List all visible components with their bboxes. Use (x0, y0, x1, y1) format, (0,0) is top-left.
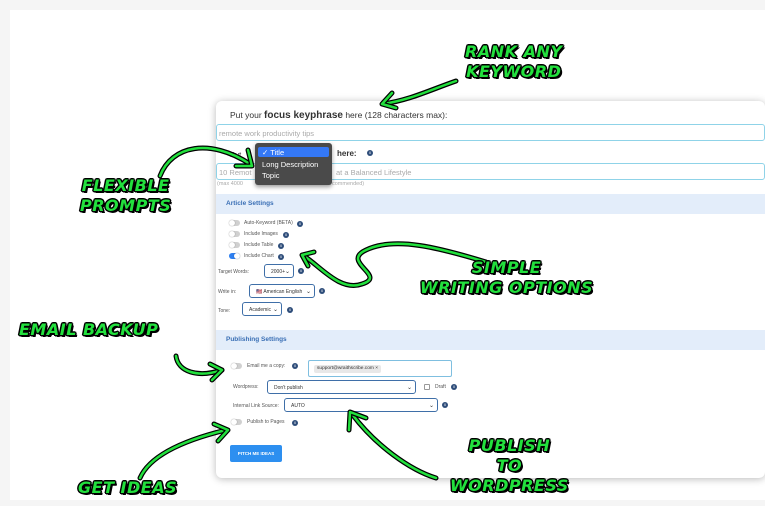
email-copy-toggle[interactable] (231, 363, 242, 369)
tone-select[interactable]: Academic ⌄ (242, 302, 282, 316)
info-icon[interactable]: i (283, 232, 289, 238)
callout-flexible-prompts: FLEXIBLE PROMPTS (80, 176, 172, 215)
auto-keyword-toggle[interactable] (229, 220, 240, 226)
keyphrase-input[interactable]: remote work productivity tips (216, 124, 765, 141)
prompt-note-end: commended) (332, 181, 365, 187)
chevron-down-icon: ⌄ (428, 403, 434, 409)
callout-rank-any-keyword: RANK ANY KEYWORD (465, 42, 563, 81)
prompt-label-end: here: (337, 149, 357, 158)
info-icon[interactable]: i (292, 363, 298, 369)
info-icon[interactable]: i (442, 402, 448, 408)
include-images-label: Include Images (244, 231, 278, 237)
target-words-label: Target Words: (218, 269, 250, 275)
close-icon[interactable]: × (375, 366, 378, 371)
wordpress-label: Wordpress: (233, 384, 259, 390)
callout-email-backup: EMAIL BACKUP (19, 320, 159, 339)
prompt-label-start: Put (230, 150, 242, 159)
info-icon[interactable]: i (451, 384, 457, 390)
auto-keyword-label: Auto-Keyword (BETA) (244, 220, 293, 226)
info-icon[interactable]: i (297, 221, 303, 227)
write-in-label: Write in: (218, 289, 237, 295)
publish-pages-toggle[interactable] (231, 419, 242, 425)
include-table-label: Include Table (244, 242, 274, 248)
prompt-note-start: (max 4000 (217, 181, 243, 187)
include-chart-toggle[interactable] (229, 253, 240, 259)
dropdown-item-long-description[interactable]: Long Description (258, 159, 329, 169)
prompt-type-dropdown[interactable]: ✓ Title Long Description Topic (255, 143, 332, 185)
info-icon[interactable]: i (278, 243, 284, 249)
callout-publish-to-wordpress: PUBLISH TO WORDPRESS (450, 436, 569, 495)
info-icon[interactable]: i (287, 307, 293, 313)
chevron-down-icon: ⌄ (406, 385, 412, 391)
info-icon[interactable]: i (298, 268, 304, 274)
callout-simple-writing-options: SIMPLE WRITING OPTIONS (420, 258, 594, 297)
include-table-toggle[interactable] (229, 242, 240, 248)
include-images-toggle[interactable] (229, 231, 240, 237)
internal-link-label: Internal Link Source: (233, 403, 279, 409)
email-input[interactable]: support@wraithscribe.com × (308, 360, 452, 377)
chevron-down-icon: ⌄ (284, 269, 290, 275)
internal-link-select[interactable]: AUTO ⌄ (284, 398, 438, 412)
language-select[interactable]: 🇺🇸 American English ⌄ (249, 284, 315, 298)
chevron-down-icon: ⌄ (305, 289, 311, 295)
article-settings-header: Article Settings (216, 194, 765, 214)
publish-pages-label: Publish to Pages (247, 419, 285, 425)
include-chart-label: Include Chart (244, 253, 274, 259)
email-copy-label: Email me a copy: (247, 363, 286, 369)
wordpress-select[interactable]: Don't publish ⌄ (267, 380, 416, 394)
callout-get-ideas: GET IDEAS (78, 478, 178, 497)
info-icon[interactable]: i (292, 420, 298, 426)
info-icon[interactable]: i (367, 150, 373, 156)
tone-label: Tone: (218, 308, 231, 314)
pitch-me-ideas-button[interactable]: PITCH ME IDEAS (230, 445, 282, 462)
email-chip: support@wraithscribe.com × (314, 365, 382, 373)
info-icon[interactable]: i (278, 254, 284, 260)
keyphrase-label: Put your focus keyphrase here (128 chara… (230, 110, 448, 121)
publishing-settings-header: Publishing Settings (216, 330, 765, 350)
draft-label: Draft (435, 384, 446, 390)
draft-checkbox[interactable] (424, 384, 430, 390)
chevron-down-icon: ⌄ (272, 307, 278, 313)
dropdown-item-title[interactable]: ✓ Title (258, 147, 329, 157)
info-icon[interactable]: i (319, 288, 325, 294)
target-words-select[interactable]: 2000+ ⌄ (264, 264, 294, 278)
dropdown-item-topic[interactable]: Topic (258, 170, 329, 180)
